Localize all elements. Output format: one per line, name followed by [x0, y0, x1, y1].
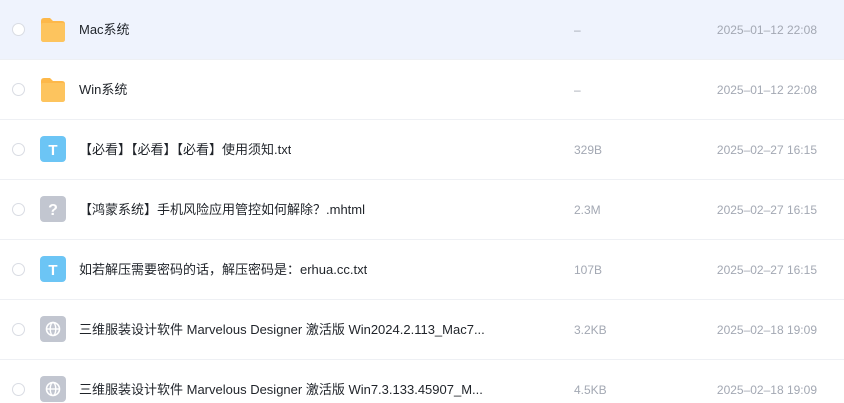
file-list: Mac系统 – 2025–01–12 22:08 Win系统 – 2025–01…: [0, 0, 844, 403]
file-row[interactable]: ? 【鸿蒙系统】手机风险应用管控如何解除？.mhtml 2.3M 2025–02…: [0, 180, 844, 240]
web-link-icon: [39, 375, 67, 403]
file-name[interactable]: Win系统: [79, 60, 127, 120]
file-size: –: [574, 83, 581, 97]
file-row[interactable]: Mac系统 – 2025–01–12 22:08: [0, 0, 844, 60]
file-size: 107B: [574, 263, 603, 277]
file-size: 2.3M: [574, 203, 601, 217]
file-date: 2025–01–12 22:08: [716, 23, 817, 37]
folder-icon: [39, 75, 67, 103]
svg-text:T: T: [48, 142, 57, 159]
file-date: 2025–01–12 22:08: [716, 83, 817, 97]
row-select-checkbox[interactable]: [12, 323, 25, 336]
row-select-checkbox[interactable]: [12, 263, 25, 276]
file-name[interactable]: 三维服装设计软件 Marvelous Designer 激活版 Win2024.…: [79, 300, 485, 360]
file-size: 3.2KB: [574, 323, 607, 337]
file-name[interactable]: 【必看】【必看】【必看】使用须知.txt: [79, 120, 291, 180]
file-name[interactable]: 三维服装设计软件 Marvelous Designer 激活版 Win7.3.1…: [79, 360, 483, 403]
file-name[interactable]: 【鸿蒙系统】手机风险应用管控如何解除？.mhtml: [79, 180, 365, 240]
text-file-icon: T: [39, 135, 67, 163]
file-size: 4.5KB: [574, 383, 607, 397]
file-date: 2025–02–27 16:15: [716, 203, 817, 217]
file-row[interactable]: 三维服装设计软件 Marvelous Designer 激活版 Win7.3.1…: [0, 360, 844, 403]
file-size: 329B: [574, 143, 603, 157]
row-select-checkbox[interactable]: [12, 23, 25, 36]
file-row[interactable]: Win系统 – 2025–01–12 22:08: [0, 60, 844, 120]
web-link-icon: [39, 315, 67, 343]
file-date: 2025–02–27 16:15: [716, 143, 817, 157]
file-date: 2025–02–27 16:15: [716, 263, 817, 277]
folder-icon: [39, 15, 67, 43]
unknown-file-icon: ?: [39, 195, 67, 223]
file-date: 2025–02–18 19:09: [716, 323, 817, 337]
row-select-checkbox[interactable]: [12, 83, 25, 96]
row-select-checkbox[interactable]: [12, 143, 25, 156]
file-size: –: [574, 23, 581, 37]
svg-text:?: ?: [48, 202, 58, 219]
file-row[interactable]: T 如若解压需要密码的话，解压密码是：erhua.cc.txt 107B 202…: [0, 240, 844, 300]
file-row[interactable]: 三维服装设计软件 Marvelous Designer 激活版 Win2024.…: [0, 300, 844, 360]
file-date: 2025–02–18 19:09: [716, 383, 817, 397]
svg-text:T: T: [48, 262, 57, 279]
row-select-checkbox[interactable]: [12, 203, 25, 216]
file-row[interactable]: T 【必看】【必看】【必看】使用须知.txt 329B 2025–02–27 1…: [0, 120, 844, 180]
row-select-checkbox[interactable]: [12, 383, 25, 396]
text-file-icon: T: [39, 255, 67, 283]
file-name[interactable]: Mac系统: [79, 0, 130, 60]
file-name[interactable]: 如若解压需要密码的话，解压密码是：erhua.cc.txt: [79, 240, 367, 300]
